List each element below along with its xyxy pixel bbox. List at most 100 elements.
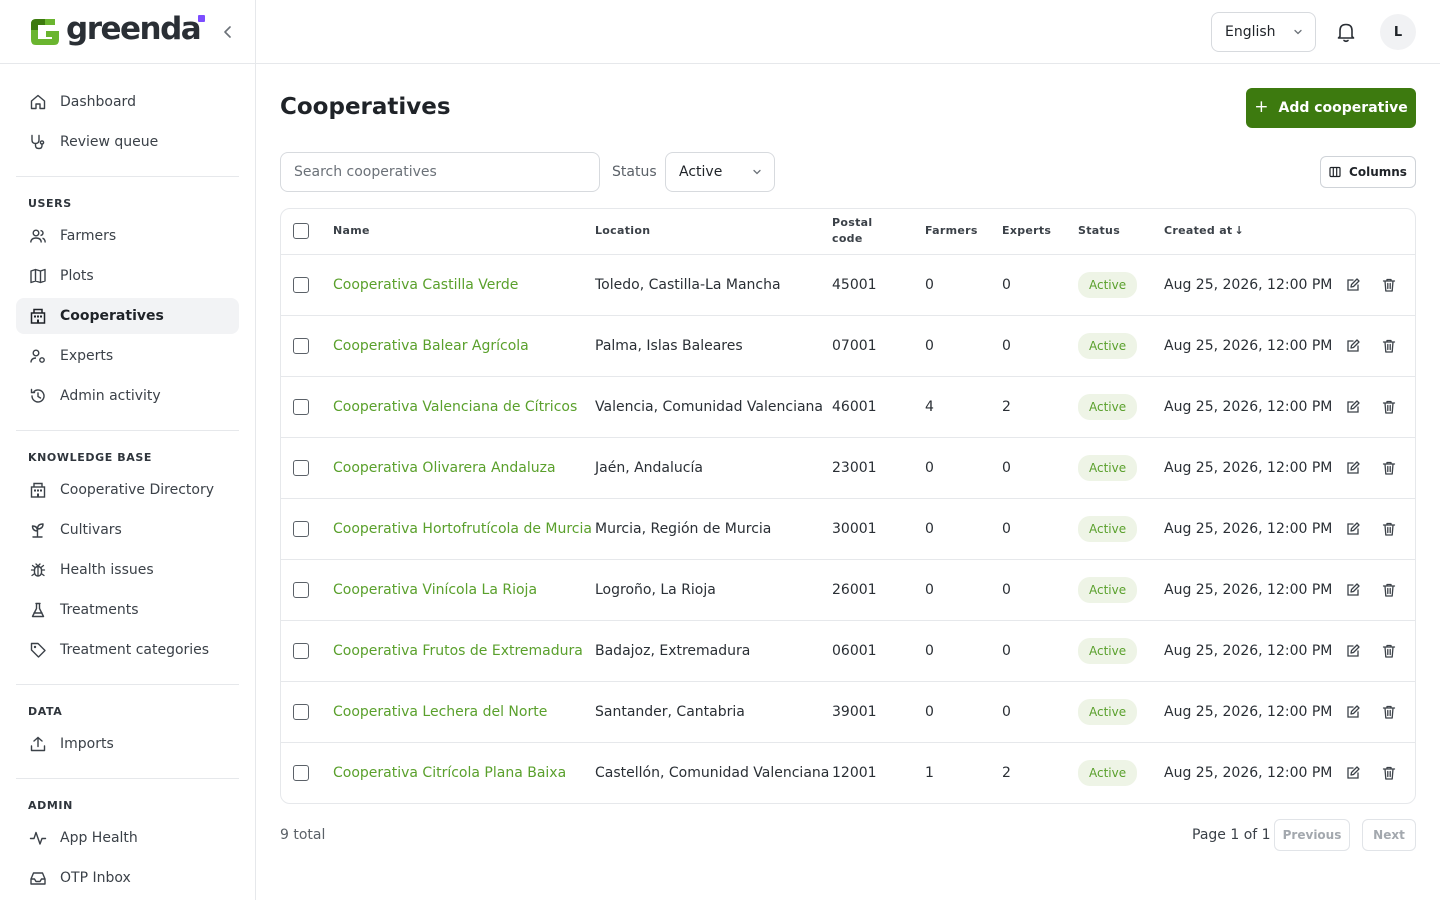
cooperative-name-link[interactable]: Cooperativa Lechera del Norte xyxy=(333,704,547,720)
created-at-cell: Aug 25, 2026, 12:00 PM xyxy=(1164,619,1334,681)
row-select-cell xyxy=(281,253,333,315)
sidebar-item-imports[interactable]: Imports xyxy=(16,726,239,762)
nav-section-knowledge-base: KNOWLEDGE BASE Cooperative Directory Cul… xyxy=(16,431,239,685)
edit-icon[interactable] xyxy=(1344,581,1362,599)
sidebar-item-review-queue[interactable]: Review queue xyxy=(16,124,239,160)
sidebar-item-cooperative-directory[interactable]: Cooperative Directory xyxy=(16,472,239,508)
cooperative-name-link[interactable]: Cooperativa Balear Agrícola xyxy=(333,338,529,354)
edit-icon[interactable] xyxy=(1344,642,1362,660)
sidebar-item-experts[interactable]: Experts xyxy=(16,338,239,374)
cooperative-name-link[interactable]: Cooperativa Olivarera Andaluza xyxy=(333,460,556,476)
column-header-location[interactable]: Location xyxy=(595,209,832,254)
cooperative-name-link[interactable]: Cooperativa Vinícola La Rioja xyxy=(333,582,537,598)
name-cell: Cooperativa Hortofrutícola de Murcia xyxy=(333,497,595,559)
columns-button[interactable]: Columns xyxy=(1320,156,1416,188)
sidebar-item-app-health[interactable]: App Health xyxy=(16,820,239,856)
row-checkbox[interactable] xyxy=(293,459,309,476)
row-checkbox[interactable] xyxy=(293,398,309,415)
language-select[interactable]: English xyxy=(1211,12,1316,52)
created-at-cell: Aug 25, 2026, 12:00 PM xyxy=(1164,558,1334,620)
trash-icon[interactable] xyxy=(1380,581,1398,599)
row-checkbox[interactable] xyxy=(293,642,309,659)
nav-heading-data: DATA xyxy=(28,705,63,718)
cooperative-name-link[interactable]: Cooperativa Castilla Verde xyxy=(333,277,518,293)
column-header-status[interactable]: Status xyxy=(1078,209,1164,254)
language-value: English xyxy=(1225,24,1276,40)
location-cell: Castellón, Comunidad Valenciana xyxy=(595,741,832,803)
row-checkbox[interactable] xyxy=(293,581,309,598)
edit-icon[interactable] xyxy=(1344,398,1362,416)
column-header-farmers[interactable]: Farmers xyxy=(925,209,1002,254)
cooperative-name-link[interactable]: Cooperativa Frutos de Extremadura xyxy=(333,643,583,659)
sidebar-item-farmers[interactable]: Farmers xyxy=(16,218,239,254)
users-icon xyxy=(28,226,48,246)
actions-cell xyxy=(1334,497,1415,559)
sidebar-item-dashboard[interactable]: Dashboard xyxy=(16,84,239,120)
postal-code-cell: 39001 xyxy=(832,680,925,742)
column-header-experts[interactable]: Experts xyxy=(1002,209,1078,254)
sidebar-item-cooperatives[interactable]: Cooperatives xyxy=(16,298,239,334)
row-checkbox[interactable] xyxy=(293,276,309,293)
next-page-button[interactable]: Next xyxy=(1362,819,1416,851)
name-cell: Cooperativa Citrícola Plana Baixa xyxy=(333,741,595,803)
cooperative-name-link[interactable]: Cooperativa Hortofrutícola de Murcia xyxy=(333,521,592,537)
trash-icon[interactable] xyxy=(1380,764,1398,782)
cooperative-name-link[interactable]: Cooperativa Citrícola Plana Baixa xyxy=(333,765,566,781)
sidebar-item-health-issues[interactable]: Health issues xyxy=(16,552,239,588)
previous-page-button[interactable]: Previous xyxy=(1274,819,1350,851)
row-actions xyxy=(1334,398,1415,416)
search-input[interactable] xyxy=(280,152,600,192)
flask-icon xyxy=(28,600,48,620)
row-checkbox[interactable] xyxy=(293,703,309,720)
status-filter-select[interactable]: Active xyxy=(665,152,775,192)
sidebar-item-admin-activity[interactable]: Admin activity xyxy=(16,378,239,414)
sidebar-item-treatment-categories[interactable]: Treatment categories xyxy=(16,632,239,668)
app-root: greenda Dashboard Review queue USERS Far… xyxy=(0,0,1440,900)
postal-code-cell: 46001 xyxy=(832,375,925,437)
status-cell: Active xyxy=(1078,558,1164,620)
cooperative-name-link[interactable]: Cooperativa Valenciana de Cítricos xyxy=(333,399,577,415)
column-header-postal-code[interactable]: Postal code xyxy=(832,209,925,254)
select-all-checkbox[interactable] xyxy=(293,223,309,240)
edit-icon[interactable] xyxy=(1344,337,1362,355)
sidebar-item-plots[interactable]: Plots xyxy=(16,258,239,294)
sidebar-item-label: OTP Inbox xyxy=(60,870,131,886)
table-row: Cooperativa Lechera del Norte Santander, … xyxy=(281,680,1415,742)
sidebar-item-label: Cultivars xyxy=(60,522,122,538)
add-cooperative-button[interactable]: + Add cooperative xyxy=(1246,88,1416,128)
edit-icon[interactable] xyxy=(1344,276,1362,294)
trash-icon[interactable] xyxy=(1380,642,1398,660)
row-select-cell xyxy=(281,497,333,559)
sidebar-item-treatments[interactable]: Treatments xyxy=(16,592,239,628)
edit-icon[interactable] xyxy=(1344,703,1362,721)
trash-icon[interactable] xyxy=(1380,337,1398,355)
farmers-cell: 0 xyxy=(925,253,1002,315)
trash-icon[interactable] xyxy=(1380,276,1398,294)
name-cell: Cooperativa Castilla Verde xyxy=(333,253,595,315)
row-checkbox[interactable] xyxy=(293,764,309,781)
sidebar-item-label: Experts xyxy=(60,348,114,364)
edit-icon[interactable] xyxy=(1344,459,1362,477)
trash-icon[interactable] xyxy=(1380,703,1398,721)
column-header-name[interactable]: Name xyxy=(333,209,595,254)
table-row: Cooperativa Castilla Verde Toledo, Castil… xyxy=(281,253,1415,315)
location-cell: Logroño, La Rioja xyxy=(595,558,832,620)
column-header-created-at[interactable]: Created at ↓ xyxy=(1164,209,1334,254)
user-avatar[interactable]: L xyxy=(1380,14,1416,50)
trash-icon[interactable] xyxy=(1380,459,1398,477)
table-row: Cooperativa Balear Agrícola Palma, Islas … xyxy=(281,314,1415,376)
row-checkbox[interactable] xyxy=(293,337,309,354)
edit-icon[interactable] xyxy=(1344,764,1362,782)
trash-icon[interactable] xyxy=(1380,398,1398,416)
status-cell: Active xyxy=(1078,314,1164,376)
edit-icon[interactable] xyxy=(1344,520,1362,538)
farmers-cell: 1 xyxy=(925,741,1002,803)
trash-icon[interactable] xyxy=(1380,520,1398,538)
row-checkbox[interactable] xyxy=(293,520,309,537)
status-badge: Active xyxy=(1078,759,1138,786)
notifications-button[interactable] xyxy=(1334,20,1358,44)
collapse-sidebar-button[interactable] xyxy=(218,22,238,42)
sidebar-item-cultivars[interactable]: Cultivars xyxy=(16,512,239,548)
chevron-down-icon xyxy=(1294,29,1302,35)
sidebar-item-otp-inbox[interactable]: OTP Inbox xyxy=(16,860,239,896)
